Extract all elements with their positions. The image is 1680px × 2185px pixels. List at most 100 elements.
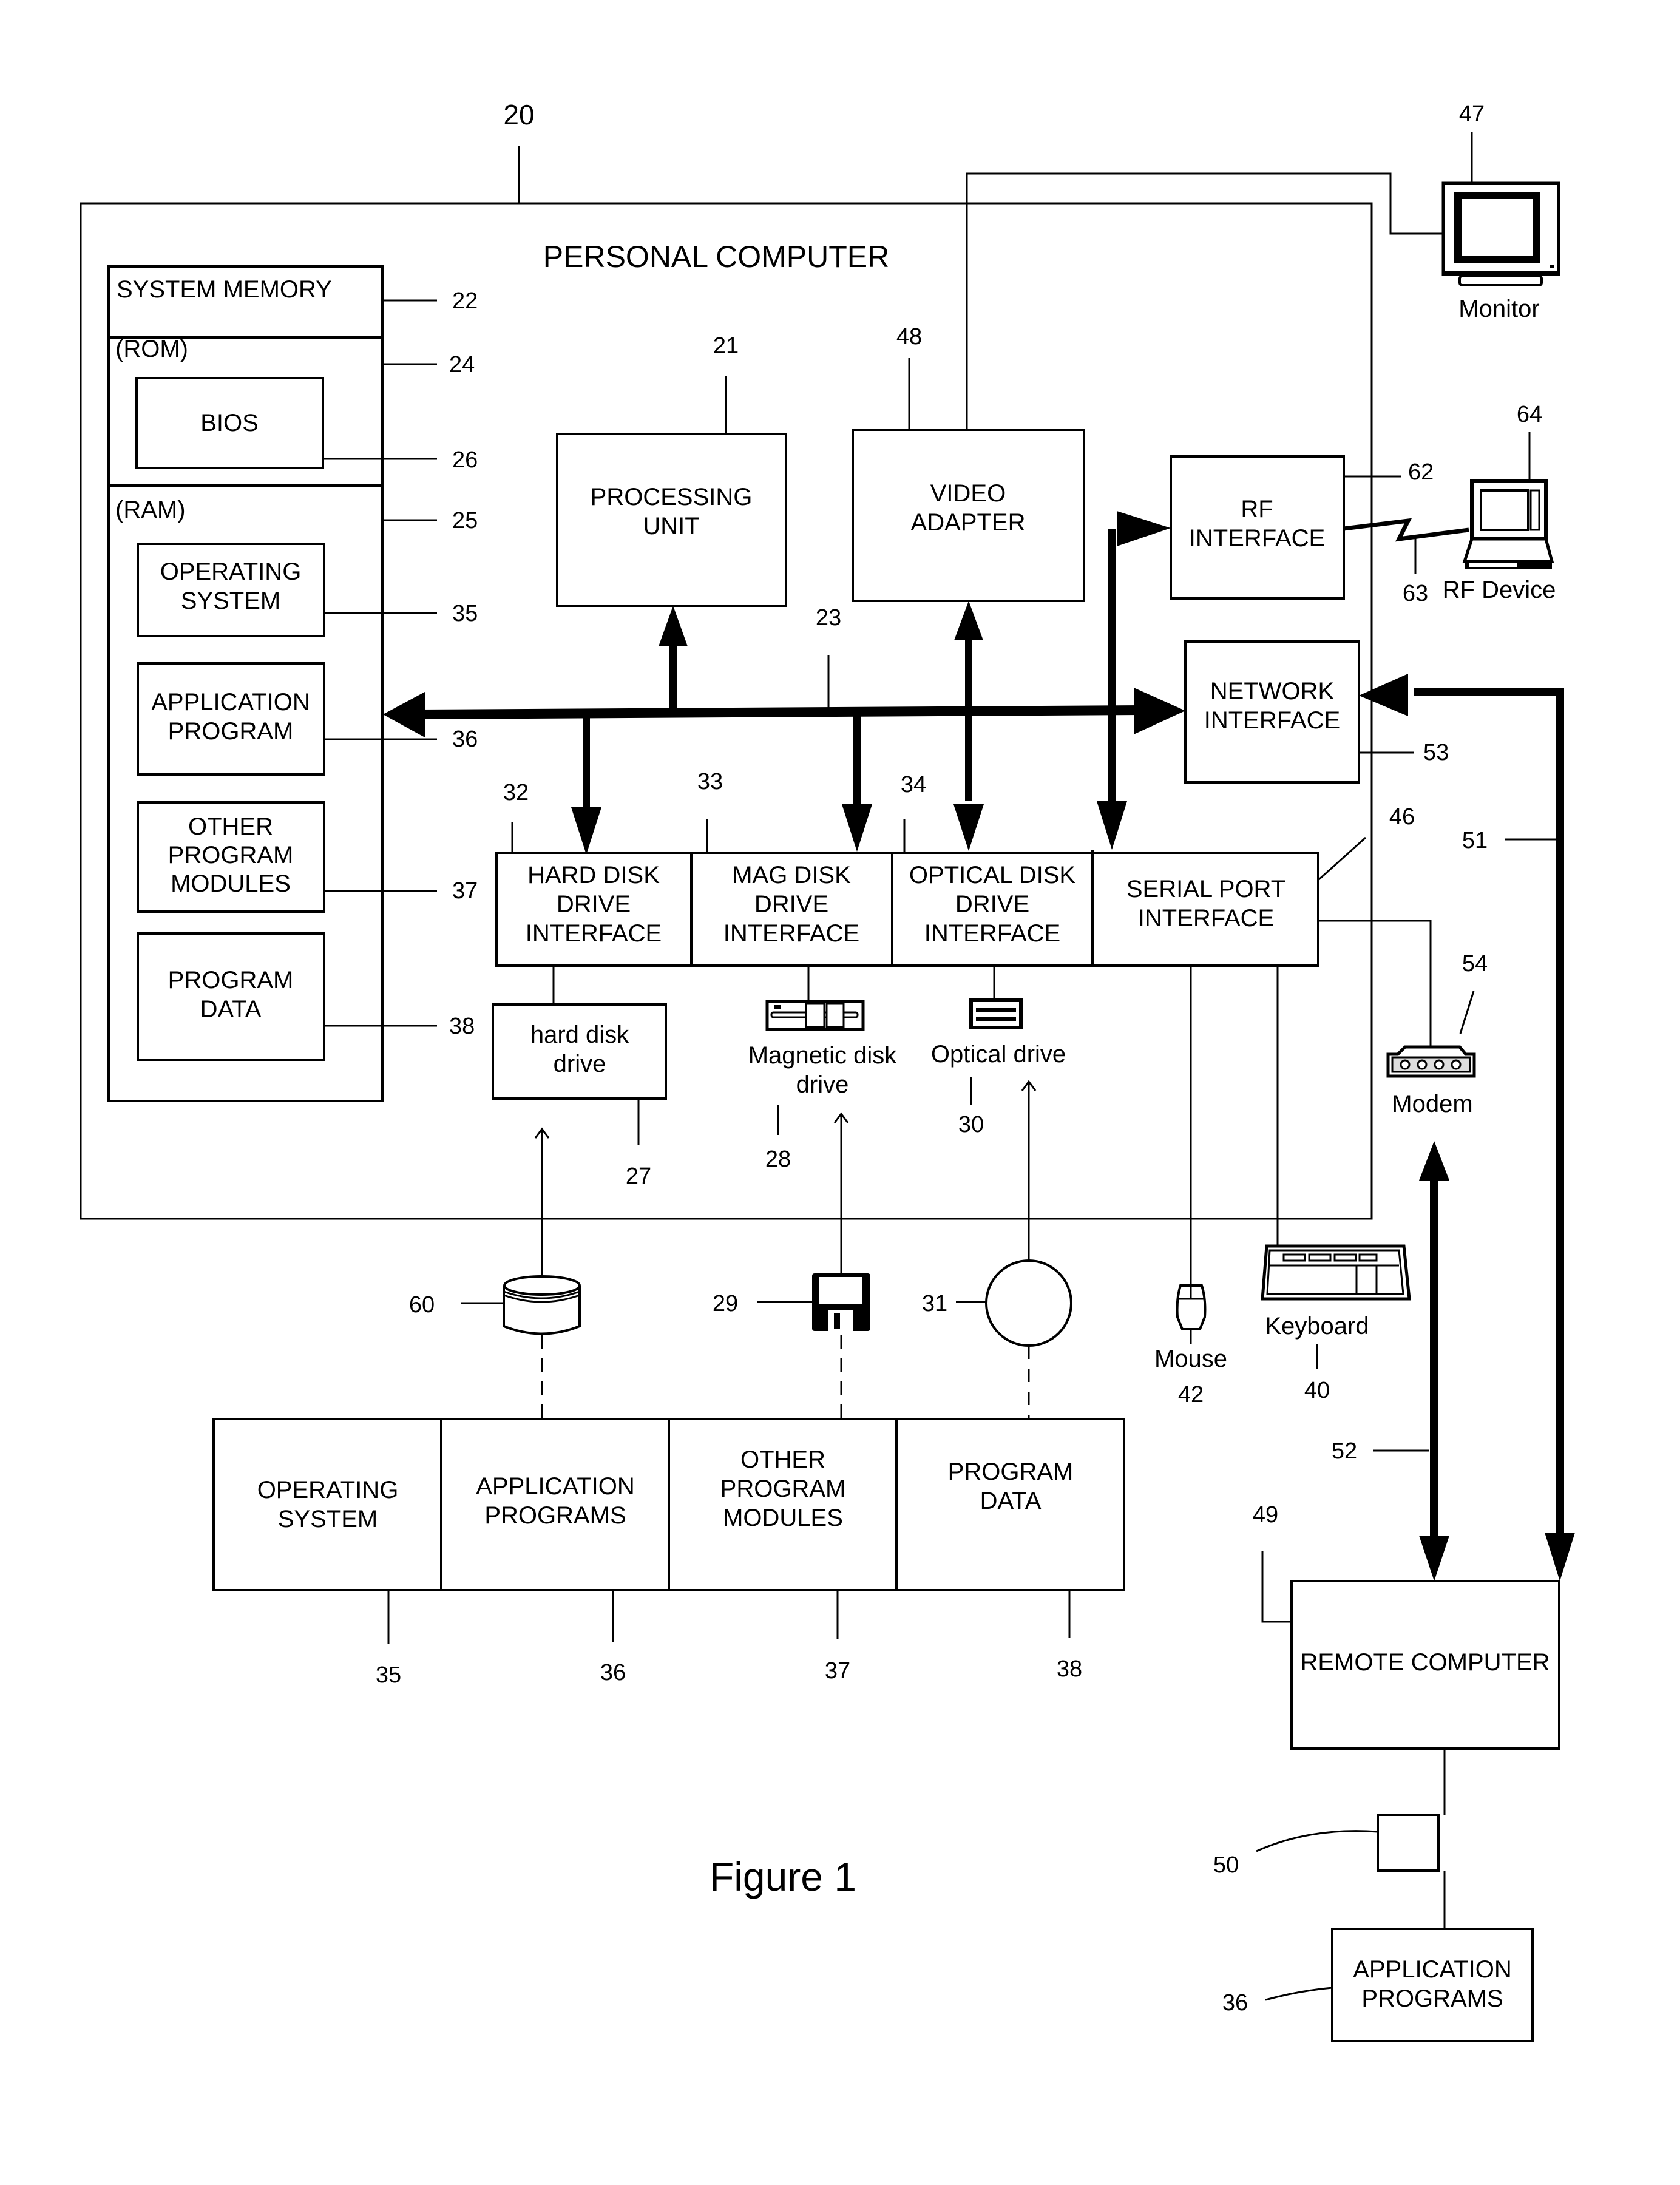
ram-item-line: OTHER xyxy=(188,813,273,840)
ram-item-line: SYSTEM xyxy=(181,588,280,614)
stored-cell-line: PROGRAM xyxy=(720,1475,846,1502)
keyboard-icon xyxy=(1261,1244,1411,1301)
magnetic-disk-drive-ref: 28 xyxy=(765,1147,791,1172)
magnetic-disk-drive-line: drive xyxy=(796,1071,849,1098)
ram-item-line: PROGRAM xyxy=(168,842,294,869)
floppy-drive-icon xyxy=(765,1000,865,1031)
mouse-icon xyxy=(1176,1284,1207,1330)
ram-item-ref: 36 xyxy=(452,727,478,752)
rf-interface: RF INTERFACE 62 63 xyxy=(1170,455,1469,606)
remote-apps-ref: 36 xyxy=(1222,1990,1248,2016)
network-interface-ref: 53 xyxy=(1423,740,1449,765)
wan-link-ref: 52 xyxy=(1332,1438,1357,1464)
video-adapter-line: VIDEO xyxy=(930,480,1006,507)
remote-computer-label: REMOTE COMPUTER xyxy=(1300,1649,1550,1676)
lan-link-ref: 51 xyxy=(1462,828,1488,853)
keyboard-label: Keyboard xyxy=(1265,1313,1369,1340)
bios-ref: 26 xyxy=(452,447,478,473)
interface-ref: 32 xyxy=(503,780,529,805)
stored-cell-line: DATA xyxy=(980,1488,1042,1514)
stored-cell-line: PROGRAM xyxy=(948,1458,1074,1485)
modem-ref: 54 xyxy=(1462,951,1488,977)
processing-unit-ref: 21 xyxy=(713,333,739,359)
monitor-icon xyxy=(1441,181,1560,286)
ram-item-line: OPERATING xyxy=(160,558,302,585)
interface-line: INTERFACE xyxy=(924,920,1060,947)
stored-cell-line: MODULES xyxy=(723,1505,843,1531)
ram-item-ref: 37 xyxy=(452,878,478,904)
remote-storage-ref: 50 xyxy=(1213,1852,1239,1878)
processing-unit-line: PROCESSING xyxy=(591,484,753,510)
container-ref: 20 xyxy=(503,99,534,130)
rom-label: (ROM) xyxy=(115,336,188,362)
system-memory-ref: 22 xyxy=(452,288,478,314)
rom-ref: 24 xyxy=(449,352,475,378)
hard-disk-drive-ref: 27 xyxy=(626,1164,651,1189)
figure-canvas: PERSONAL COMPUTER 20 SYSTEM MEMORY 22 (R… xyxy=(80,99,1575,2042)
floppy-disk: 29 xyxy=(713,1273,870,1419)
optical-disc: 31 xyxy=(922,1259,1072,1419)
optical-drive-icon xyxy=(969,998,1023,1029)
ram-item-line: PROGRAM xyxy=(168,967,294,994)
interface-line: DRIVE xyxy=(754,891,828,918)
modem: 54 Modem xyxy=(1386,951,1488,1117)
stored-cell-line: APPLICATION xyxy=(476,1473,635,1500)
stored-cell-line: PROGRAMS xyxy=(484,1502,626,1529)
ram-item-line: MODULES xyxy=(171,870,291,897)
remote-computer-ref: 49 xyxy=(1253,1502,1278,1528)
ram-item-line: DATA xyxy=(200,996,262,1023)
monitor-ref: 47 xyxy=(1459,101,1485,127)
hard-disk-media: 60 xyxy=(409,1275,581,1420)
hard-disk-drive-line: drive xyxy=(554,1051,606,1077)
interface-line: OPTICAL DISK xyxy=(909,862,1075,889)
interface-ref: 34 xyxy=(901,772,926,798)
interface-line: DRIVE xyxy=(557,891,631,918)
video-adapter-line: ADAPTER xyxy=(911,509,1026,536)
stored-cell-ref: 35 xyxy=(376,1662,401,1688)
keyboard-ref: 40 xyxy=(1304,1378,1330,1403)
interface-line: INTERFACE xyxy=(1138,905,1274,932)
modem-icon xyxy=(1386,1045,1476,1078)
figure-caption: Figure 1 xyxy=(710,1854,856,1899)
interface-line: MAG DISK xyxy=(732,862,851,889)
rf-device-ref: 64 xyxy=(1517,402,1542,427)
stored-cell-line: OTHER xyxy=(740,1446,825,1473)
interface-line: SERIAL PORT xyxy=(1126,876,1285,903)
optical-drive-ref: 30 xyxy=(958,1112,984,1137)
ram-item-line: PROGRAM xyxy=(168,718,294,745)
stored-software-table: OPERATING SYSTEM 35 APPLICATION PROGRAMS… xyxy=(212,1418,1125,1688)
remote-storage: 50 xyxy=(1213,1814,1446,1929)
system-bus-ref: 23 xyxy=(816,605,841,631)
ram-item-ref: 35 xyxy=(452,601,478,626)
video-adapter-ref: 48 xyxy=(896,324,922,350)
floppy-disk-icon xyxy=(812,1273,870,1331)
remote-computer: REMOTE COMPUTER 49 xyxy=(1253,1502,1560,1815)
rf-interface-line: INTERFACE xyxy=(1189,525,1325,552)
mouse-ref: 42 xyxy=(1178,1382,1204,1408)
interface-ref: 46 xyxy=(1389,804,1415,830)
remote-apps-line: APPLICATION xyxy=(1353,1956,1512,1983)
container-title: PERSONAL COMPUTER xyxy=(543,240,889,274)
optical-drive-label: Optical drive xyxy=(931,1041,1066,1068)
modem-label: Modem xyxy=(1392,1091,1472,1117)
hard-disk-media-ref: 60 xyxy=(409,1292,435,1318)
keyboard: Keyboard 40 xyxy=(1261,1244,1411,1403)
monitor-label: Monitor xyxy=(1458,296,1539,322)
disk-cylinder-icon xyxy=(503,1275,581,1335)
stored-cell-line: SYSTEM xyxy=(278,1506,378,1533)
optical-disc-ref: 31 xyxy=(922,1291,947,1316)
magnetic-disk-drive-line: Magnetic disk xyxy=(748,1042,898,1069)
stored-cell-ref: 38 xyxy=(1057,1656,1082,1682)
laptop-icon xyxy=(1462,479,1554,569)
interface-line: INTERFACE xyxy=(723,920,859,947)
interface-line: HARD DISK xyxy=(527,862,660,889)
ram-item-ref: 38 xyxy=(449,1014,475,1039)
monitor: 47 Monitor xyxy=(1441,101,1560,322)
interface-ref: 33 xyxy=(697,769,723,794)
remote-application-programs: APPLICATION PROGRAMS 36 xyxy=(1222,1928,1534,2042)
remote-apps-line: PROGRAMS xyxy=(1361,1985,1503,2012)
rf-interface-line: RF xyxy=(1241,496,1273,523)
stored-cell-line: OPERATING xyxy=(257,1477,399,1503)
bios-label: BIOS xyxy=(200,410,259,436)
system-memory-label: SYSTEM MEMORY xyxy=(117,276,332,303)
